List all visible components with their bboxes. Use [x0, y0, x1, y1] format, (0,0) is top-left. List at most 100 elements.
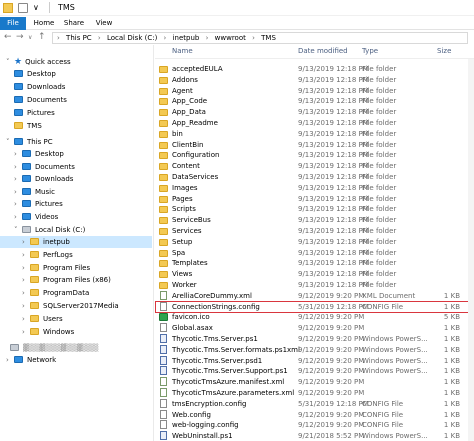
- drive-folder-item[interactable]: › inetpub: [0, 236, 152, 248]
- nav-network-drive-blurred[interactable]: ▓▒▒▓▒▒▒▓▒▒▓▒▒▒: [10, 342, 152, 354]
- expand-chevron-icon[interactable]: ›: [22, 274, 30, 286]
- tab-view[interactable]: View: [93, 17, 115, 30]
- drive-folder-item[interactable]: › SQLServer2017Media: [0, 300, 152, 312]
- folder-icon: [159, 141, 168, 149]
- this-pc-item[interactable]: › Music: [14, 186, 152, 198]
- documents-icon: [22, 162, 31, 170]
- expand-chevron-icon[interactable]: ›: [14, 161, 22, 173]
- nav-label: Users: [43, 314, 63, 323]
- xml-file-icon: [160, 388, 167, 397]
- breadcrumb-tms[interactable]: TMS: [261, 34, 276, 42]
- folder-icon: [159, 109, 168, 117]
- expand-chevron-icon[interactable]: ›: [22, 326, 30, 338]
- nav-quick-access[interactable]: ˅ ★ Quick access: [6, 56, 152, 68]
- dropdown-icon[interactable]: ∨: [33, 3, 43, 13]
- this-pc-item[interactable]: › Downloads: [14, 173, 152, 185]
- breadcrumb-this-pc[interactable]: This PC: [66, 34, 92, 42]
- drive-folder-item[interactable]: › Program Files (x86): [0, 274, 152, 286]
- ribbon: File Home Share View: [0, 16, 474, 30]
- star-icon: ★: [14, 57, 23, 67]
- nav-this-pc[interactable]: ˅ This PC: [6, 136, 152, 148]
- expand-chevron-icon[interactable]: ›: [14, 186, 22, 198]
- powershell-icon: [160, 431, 167, 441]
- drive-icon: [10, 344, 19, 351]
- folder-icon: [30, 276, 39, 284]
- recent-chevron-icon[interactable]: ∨: [28, 34, 32, 41]
- this-pc-item[interactable]: › Desktop: [14, 148, 152, 160]
- folder-icon: [14, 122, 23, 129]
- this-pc-item[interactable]: › Pictures: [14, 198, 152, 210]
- this-pc-item[interactable]: › Videos: [14, 211, 152, 223]
- expand-chevron-icon[interactable]: ›: [22, 236, 30, 248]
- expand-chevron-icon[interactable]: ˅: [14, 224, 22, 236]
- breadcrumb-inetpub[interactable]: inetpub: [173, 34, 200, 42]
- quick-access-item[interactable]: Downloads✎: [14, 81, 152, 93]
- column-header-name[interactable]: Name: [172, 45, 193, 58]
- drive-folder-item[interactable]: › Program Files: [0, 262, 152, 274]
- forward-arrow-icon[interactable]: →: [16, 32, 24, 42]
- column-header-date[interactable]: Date modified: [298, 45, 348, 58]
- file-icon: [160, 409, 167, 419]
- nav-label: Local Disk (C:): [35, 225, 86, 234]
- tab-file[interactable]: File: [0, 17, 26, 30]
- quick-access-item[interactable]: Documents✎: [14, 94, 152, 106]
- quick-access-item[interactable]: Desktop✎: [14, 68, 152, 80]
- folder-icon: [30, 289, 39, 297]
- file-icon: [160, 301, 167, 311]
- quick-access-item[interactable]: TMS: [14, 120, 152, 132]
- folder-icon: [159, 174, 168, 181]
- pane-divider[interactable]: [153, 45, 154, 441]
- properties-icon[interactable]: [18, 3, 28, 13]
- expand-chevron-icon[interactable]: ›: [14, 211, 22, 223]
- folder-icon: [159, 152, 168, 160]
- download-icon: [14, 83, 23, 90]
- tab-home[interactable]: Home: [32, 17, 56, 30]
- expand-chevron-icon[interactable]: ˅: [6, 56, 14, 68]
- expand-chevron-icon[interactable]: ›: [14, 148, 22, 160]
- quick-access-item[interactable]: Pictures✎: [14, 107, 152, 119]
- drive-folder-item[interactable]: › PerfLogs: [0, 249, 152, 261]
- nav-label: Documents: [35, 162, 75, 171]
- vertical-scrollbar[interactable]: [468, 59, 474, 441]
- navigation-pane: ˅★Quick access Desktop✎Downloads✎Documen…: [0, 50, 152, 441]
- file-name: WebUninstall.ps1: [172, 432, 233, 441]
- folder-icon: [159, 130, 168, 138]
- up-arrow-icon[interactable]: ↑: [38, 32, 46, 42]
- desktop-icon: [22, 150, 31, 157]
- nav-label: Program Files: [43, 263, 91, 272]
- folder-icon: [159, 120, 168, 127]
- folder-icon: [159, 76, 168, 84]
- expand-chevron-icon[interactable]: ›: [14, 173, 22, 185]
- nav-network[interactable]: › Network: [6, 354, 152, 366]
- expand-chevron-icon[interactable]: ›: [22, 287, 30, 299]
- expand-chevron-icon[interactable]: ›: [22, 300, 30, 312]
- this-pc-item[interactable]: ˅ Local Disk (C:): [14, 224, 152, 236]
- drive-folder-item[interactable]: › ProgramData: [0, 287, 152, 299]
- drive-folder-item[interactable]: › Windows: [0, 326, 152, 338]
- breadcrumb-wwwroot[interactable]: wwwroot: [215, 34, 246, 42]
- folder-icon: [159, 163, 168, 171]
- folder-icon: [30, 314, 39, 322]
- title-bar: ∨ TMS: [0, 0, 474, 16]
- crumb-chevron-icon: ›: [252, 34, 255, 42]
- breadcrumb-local-disk[interactable]: Local Disk (C:): [107, 34, 157, 42]
- folder-icon: [159, 271, 168, 279]
- expand-chevron-icon[interactable]: ›: [6, 354, 14, 366]
- folder-icon: [159, 238, 168, 246]
- file-row[interactable]: WebUninstall.ps1 9/21/2018 5:52 PM Windows…: [155, 430, 474, 441]
- expand-chevron-icon[interactable]: ˅: [6, 136, 14, 148]
- folder-icon: [159, 66, 168, 73]
- this-pc-item[interactable]: › Documents: [14, 161, 152, 173]
- column-header-size[interactable]: Size: [437, 45, 451, 58]
- drive-folder-item[interactable]: › Users: [0, 313, 152, 325]
- expand-chevron-icon[interactable]: ›: [14, 198, 22, 210]
- nav-label: Pictures: [27, 109, 55, 117]
- tab-share[interactable]: Share: [62, 17, 86, 30]
- column-header-type[interactable]: Type: [362, 45, 378, 58]
- powershell-icon: [160, 355, 167, 365]
- expand-chevron-icon[interactable]: ›: [22, 262, 30, 274]
- expand-chevron-icon[interactable]: ›: [22, 313, 30, 325]
- expand-chevron-icon[interactable]: ›: [22, 249, 30, 261]
- back-arrow-icon[interactable]: ←: [4, 32, 12, 42]
- address-bar[interactable]: › This PC › Local Disk (C:) › inetpub › …: [52, 32, 468, 44]
